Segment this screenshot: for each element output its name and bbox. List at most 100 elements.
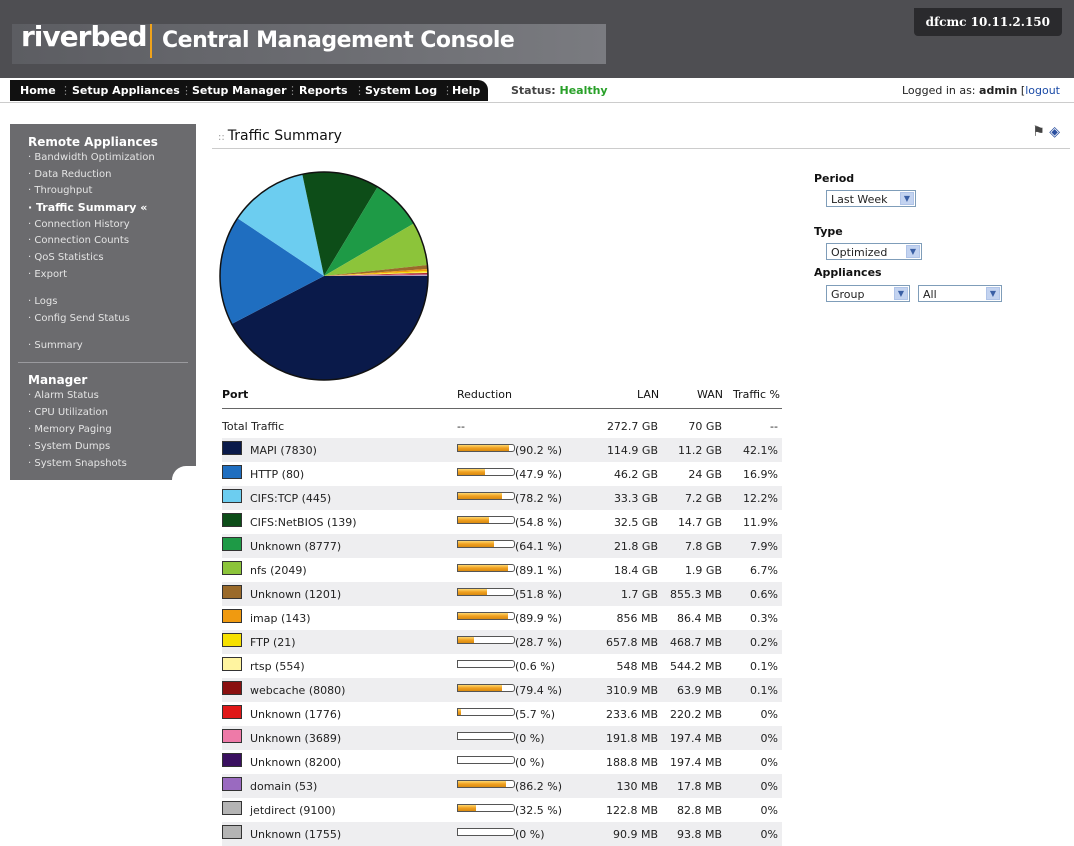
- traffic-percent: 0.6%: [750, 588, 778, 601]
- period-select[interactable]: Last Week▼: [826, 190, 916, 207]
- traffic-percent: 42.1%: [743, 444, 778, 457]
- reduction-percent: (78.2 %): [515, 492, 562, 505]
- reduction-bar: [457, 492, 515, 500]
- lan-value: 21.8 GB: [614, 540, 658, 553]
- wan-value: 86.4 MB: [677, 612, 722, 625]
- nav-setup-appliances[interactable]: Setup Appliances: [72, 84, 180, 97]
- sidebar-item-connection-counts[interactable]: · Connection Counts: [28, 235, 129, 246]
- traffic-percent: 0.3%: [750, 612, 778, 625]
- reduction-bar: [457, 612, 515, 620]
- wan-value: 197.4 MB: [670, 756, 722, 769]
- type-select[interactable]: Optimized▼: [826, 243, 922, 260]
- table-row: jetdirect (9100)(32.5 %)122.8 MB82.8 MB0…: [222, 798, 782, 822]
- sidebar-item-connection-history[interactable]: · Connection History: [28, 219, 130, 230]
- login-prefix: Logged in as:: [902, 84, 976, 97]
- reduction-percent: (32.5 %): [515, 804, 562, 817]
- reduction-percent: (28.7 %): [515, 636, 562, 649]
- color-swatch: [222, 777, 242, 791]
- chevron-down-icon: ▼: [906, 245, 920, 258]
- nav-reports[interactable]: Reports: [299, 84, 348, 97]
- sidebar-item-data-reduction[interactable]: · Data Reduction: [28, 169, 111, 180]
- sidebar-item-label: System Dumps: [34, 441, 110, 452]
- color-swatch: [222, 753, 242, 767]
- reduction-bar: [457, 540, 515, 548]
- nav-separator: ⋮: [60, 84, 71, 97]
- reduction-bar: [457, 804, 515, 812]
- sidebar-item-label: CPU Utilization: [34, 407, 108, 418]
- logout-link[interactable]: logout: [1025, 84, 1060, 97]
- port-name: FTP (21): [250, 636, 296, 649]
- sidebar-item-throughput[interactable]: · Throughput: [28, 185, 92, 196]
- sidebar-item-export[interactable]: · Export: [28, 269, 67, 280]
- lan-value: 1.7 GB: [621, 588, 658, 601]
- lan-value: 32.5 GB: [614, 516, 658, 529]
- help-book-icon[interactable]: ◈: [1049, 124, 1060, 140]
- traffic-percent: 0%: [761, 828, 778, 841]
- sidebar-item-system-dumps[interactable]: · System Dumps: [28, 441, 110, 452]
- reduction-bar: [457, 564, 515, 572]
- port-name: CIFS:NetBIOS (139): [250, 516, 357, 529]
- reduction-percent: (90.2 %): [515, 444, 562, 457]
- sidebar-item-label: Connection History: [34, 219, 129, 230]
- nav-setup-manager[interactable]: Setup Manager: [192, 84, 287, 97]
- reduction-bar-fill: [458, 685, 502, 691]
- sidebar-item-memory-paging[interactable]: · Memory Paging: [28, 424, 112, 435]
- table-row: domain (53)(86.2 %)130 MB17.8 MB0%: [222, 774, 782, 798]
- sidebar-item-label: Memory Paging: [34, 424, 111, 435]
- traffic-percent: 0.1%: [750, 660, 778, 673]
- reduction-bar: [457, 444, 515, 452]
- nav-help[interactable]: Help: [452, 84, 480, 97]
- reduction-percent: (5.7 %): [515, 708, 555, 721]
- lan-value: 310.9 MB: [606, 684, 658, 697]
- table-row: FTP (21)(28.7 %)657.8 MB468.7 MB0.2%: [222, 630, 782, 654]
- sidebar-item-config-send-status[interactable]: · Config Send Status: [28, 313, 130, 324]
- reduction-bar: [457, 636, 515, 644]
- print-icon[interactable]: ⚑: [1032, 124, 1045, 140]
- lan-value: 114.9 GB: [607, 444, 658, 457]
- reduction-percent: (0 %): [515, 756, 545, 769]
- wan-value: 14.7 GB: [678, 516, 722, 529]
- lan-value: 188.8 MB: [606, 756, 658, 769]
- sidebar-item-summary[interactable]: · Summary: [28, 340, 83, 351]
- login-user: admin: [979, 84, 1017, 97]
- sidebar-item-system-snapshots[interactable]: · System Snapshots: [28, 458, 127, 469]
- sidebar-item-alarm-status[interactable]: · Alarm Status: [28, 390, 99, 401]
- total-traffic: --: [770, 420, 778, 433]
- sidebar-item-label: QoS Statistics: [34, 252, 103, 263]
- appliances-type-select[interactable]: Group▼: [826, 285, 910, 302]
- wan-value: 63.9 MB: [677, 684, 722, 697]
- port-name: webcache (8080): [250, 684, 345, 697]
- table-row: nfs (2049)(89.1 %)18.4 GB1.9 GB6.7%: [222, 558, 782, 582]
- reduction-percent: (0 %): [515, 828, 545, 841]
- nav-system-log[interactable]: System Log: [365, 84, 437, 97]
- port-name: Unknown (3689): [250, 732, 341, 745]
- sidebar-item-logs[interactable]: · Logs: [28, 296, 57, 307]
- reduction-percent: (0 %): [515, 732, 545, 745]
- sidebar-item-cpu-utilization[interactable]: · CPU Utilization: [28, 407, 108, 418]
- sidebar-item-qos-statistics[interactable]: · QoS Statistics: [28, 252, 104, 263]
- appliances-group-select[interactable]: All▼: [918, 285, 1002, 302]
- wan-value: 24 GB: [688, 468, 722, 481]
- table-row: Unknown (8200)(0 %)188.8 MB197.4 MB0%: [222, 750, 782, 774]
- color-swatch: [222, 537, 242, 551]
- wan-value: 855.3 MB: [670, 588, 722, 601]
- reduction-percent: (86.2 %): [515, 780, 562, 793]
- traffic-percent: 7.9%: [750, 540, 778, 553]
- sidebar-item-traffic-summary[interactable]: · Traffic Summary «: [28, 201, 147, 214]
- sidebar-item-label: Export: [34, 269, 67, 280]
- wan-value: 17.8 MB: [677, 780, 722, 793]
- nav-separator: ⋮: [181, 84, 192, 97]
- period-label: Period: [814, 172, 854, 185]
- lan-value: 90.9 MB: [613, 828, 658, 841]
- reduction-bar-fill: [458, 565, 508, 571]
- table-row: Unknown (8777)(64.1 %)21.8 GB7.8 GB7.9%: [222, 534, 782, 558]
- nav-home[interactable]: Home: [20, 84, 56, 97]
- sidebar-item-label: Alarm Status: [34, 390, 98, 401]
- table-row: Unknown (1776)(5.7 %)233.6 MB220.2 MB0%: [222, 702, 782, 726]
- sidebar-item-bandwidth-optimization[interactable]: · Bandwidth Optimization: [28, 152, 155, 163]
- port-name: Unknown (1776): [250, 708, 341, 721]
- lan-value: 191.8 MB: [606, 732, 658, 745]
- title-divider: [212, 148, 1070, 149]
- column-header-lan: LAN: [637, 388, 659, 401]
- total-label: Total Traffic: [222, 420, 284, 433]
